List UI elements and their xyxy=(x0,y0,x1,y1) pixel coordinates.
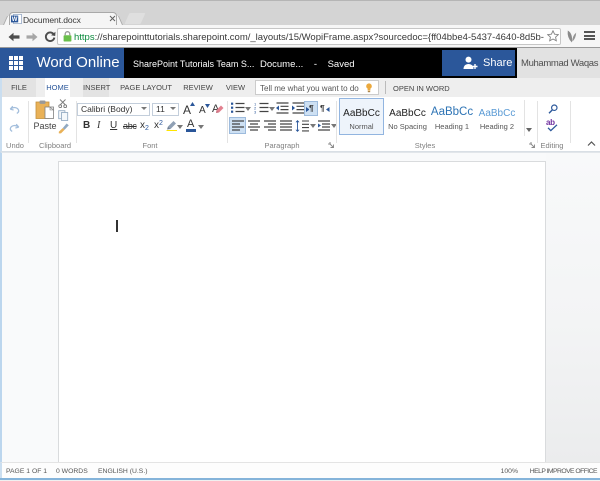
svg-text:W: W xyxy=(12,17,18,23)
svg-text:3: 3 xyxy=(254,109,257,114)
